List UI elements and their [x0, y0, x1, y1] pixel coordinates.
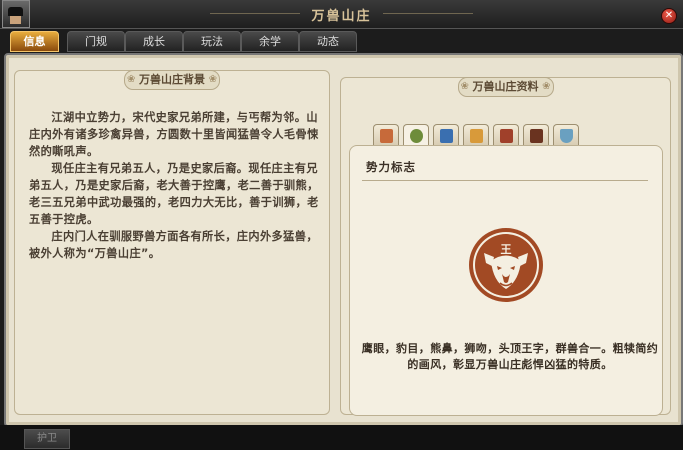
- emblem-section: 势力标志 王 鹰眼，豹目，熊鼻，狮吻，头顶王字，群兽合一。粗犊简约的画风，彰显万…: [349, 145, 663, 416]
- tab-info[interactable]: 信息: [10, 31, 59, 52]
- book-icon[interactable]: [433, 124, 459, 147]
- tab-gameplay[interactable]: 玩法: [183, 31, 241, 52]
- tab-news[interactable]: 动态: [299, 31, 357, 52]
- background-panel: 万兽山庄背景 江湖中立势力，宋代史家兄弟所建，与丐帮为邻。山庄内外有诸多珍禽异兽…: [14, 70, 330, 415]
- map-icon[interactable]: [463, 124, 489, 147]
- boat-icon[interactable]: [553, 124, 579, 147]
- background-paragraph: 江湖中立势力，宋代史家兄弟所建，与丐帮为邻。山庄内外有诸多珍禽异兽，方圆数十里皆…: [29, 111, 319, 158]
- emblem-description: 鹰眼，豹目，熊鼻，狮吻，头顶王字，群兽合一。粗犊简约的画风，彰显万兽山庄彪悍凶猛…: [361, 342, 659, 371]
- background-paragraph: 庄内门人在驯服野兽方面各有所长，庄内外多猛兽，被外人称为“万兽山庄”。: [29, 230, 318, 260]
- background-panel-title: 万兽山庄背景: [124, 70, 220, 90]
- title-bar[interactable]: 万兽山庄 ✕: [0, 0, 683, 29]
- banner-icon[interactable]: [493, 124, 519, 147]
- guard-button[interactable]: 护卫: [24, 429, 70, 449]
- title-ornament-right: [383, 13, 473, 14]
- section-label: 势力标志: [366, 160, 416, 174]
- background-paragraph: 现任庄主有兄弟五人，乃是史家后裔。现任庄主有兄弟五人，乃是史家后裔，老大善于控鹰…: [29, 162, 319, 226]
- scroll-icon[interactable]: [373, 124, 399, 147]
- emblem-glyph: 王: [501, 243, 512, 256]
- faction-window: 万兽山庄 ✕ 信息 门规 成长 玩法 余学 动态 万兽山庄背景 江湖中立势力，宋…: [0, 0, 683, 450]
- bottom-bar: 护卫: [0, 425, 683, 450]
- chest-icon[interactable]: [523, 124, 549, 147]
- close-icon[interactable]: ✕: [661, 8, 677, 24]
- background-text: 江湖中立势力，宋代史家兄弟所建，与丐帮为邻。山庄内外有诸多珍禽异兽，方圆数十里皆…: [29, 109, 319, 262]
- tab-rules[interactable]: 门规: [67, 31, 125, 52]
- tab-growth[interactable]: 成长: [125, 31, 183, 52]
- window-title: 万兽山庄: [311, 9, 372, 24]
- tab-study[interactable]: 余学: [241, 31, 299, 52]
- content-area: 万兽山庄背景 江湖中立势力，宋代史家兄弟所建，与丐帮为邻。山庄内外有诸多珍禽异兽…: [4, 53, 683, 427]
- info-panel: 万兽山庄资料 势力标志: [340, 77, 671, 416]
- section-divider: [362, 180, 648, 181]
- faction-emblem-icon: 王: [469, 228, 543, 302]
- info-panel-title: 万兽山庄资料: [457, 77, 554, 97]
